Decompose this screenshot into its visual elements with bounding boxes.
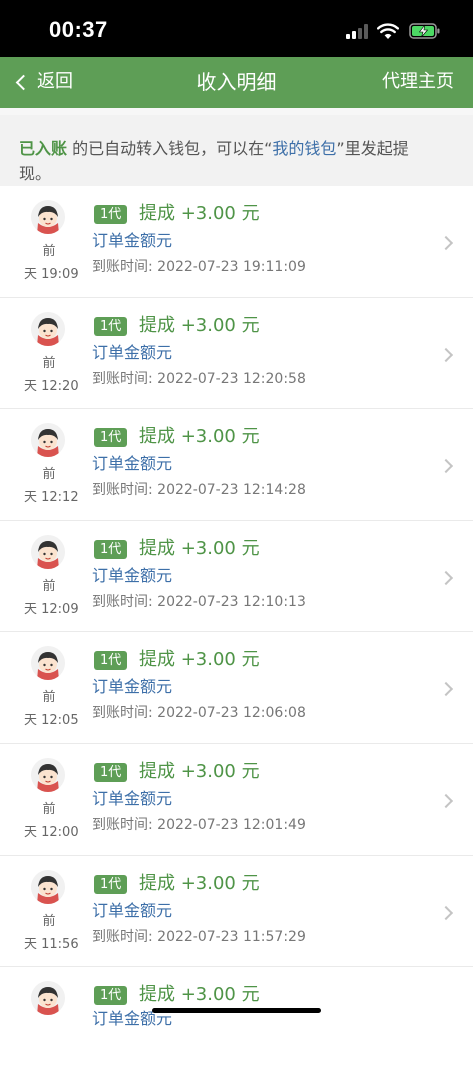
battery-charging-icon: [409, 23, 440, 39]
record-time-label: 天 12:05: [24, 713, 79, 729]
chevron-right-icon: [438, 682, 454, 697]
wallet-notice: 已入账 的已自动转入钱包，可以在“我的钱包”里发起提现。: [0, 108, 473, 186]
arrival-time: 到账时间: 2022-07-23 12:20:58: [92, 370, 306, 387]
record-day-label: 前: [42, 913, 56, 929]
income-record[interactable]: 前 天 12:12 1代 提成 +3.00 元 订单金额元 到账时间: 2022…: [0, 409, 473, 521]
income-record[interactable]: 前 天 12:20 1代 提成 +3.00 元 订单金额元 到账时间: 2022…: [0, 298, 473, 410]
chevron-right-icon: [438, 459, 454, 474]
income-record[interactable]: 前 天 12:05 1代 提成 +3.00 元 订单金额元 到账时间: 2022…: [0, 632, 473, 744]
record-day-label: 前: [42, 244, 56, 259]
record-time-label: 天 12:20: [24, 378, 79, 394]
chevron-right-icon: [438, 570, 454, 585]
order-amount: 订单金额元: [92, 900, 173, 920]
nav-bar: 返回 收入明细 代理主页: [0, 57, 473, 108]
level-badge: 1代: [94, 316, 128, 336]
income-record[interactable]: 1代 提成 +3.00 元 订单金额元: [0, 967, 473, 1079]
status-bar: 00:37: [0, 0, 473, 57]
chevron-right-icon: [438, 905, 454, 920]
record-time-label: 天 12:00: [24, 824, 79, 840]
commission-amount: 提成 +3.00 元: [139, 649, 260, 671]
level-badge: 1代: [94, 762, 128, 782]
arrival-time: 到账时间: 2022-07-23 12:10:13: [92, 593, 306, 610]
record-time-label: 天 12:12: [24, 490, 79, 506]
level-badge: 1代: [94, 428, 128, 448]
avatar: [31, 757, 65, 792]
order-amount: 订单金额元: [92, 231, 173, 250]
wifi-icon: [377, 23, 399, 39]
my-wallet-link[interactable]: 我的钱包: [272, 139, 336, 158]
arrival-time: 到账时间: 2022-07-23 12:01:49: [92, 816, 306, 833]
agent-home-link[interactable]: 代理主页: [382, 70, 454, 94]
avatar: [31, 311, 65, 346]
commission-amount: 提成 +3.00 元: [139, 537, 260, 559]
level-badge: 1代: [94, 539, 128, 559]
chevron-right-icon: [438, 235, 454, 251]
avatar: [31, 200, 65, 234]
avatar: [31, 423, 65, 458]
credited-highlight: 已入账: [19, 139, 68, 158]
arrival-time: 到账时间: 2022-07-23 11:57:29: [92, 928, 306, 945]
income-record[interactable]: 前 天 19:09 1代 提成 +3.00 元 订单金额元 到账时间: 2022…: [0, 186, 473, 298]
chevron-right-icon: [438, 793, 454, 809]
status-time: 00:37: [49, 17, 108, 42]
income-record[interactable]: 前 天 11:56 1代 提成 +3.00 元 订单金额元 到账时间: 2022…: [0, 856, 473, 968]
order-amount: 订单金额元: [92, 788, 173, 808]
commission-amount: 提成 +3.00 元: [139, 984, 260, 1006]
notice-text: 已入账 的已自动转入钱包，可以在“我的钱包”里发起提现。: [19, 136, 439, 186]
level-badge: 1代: [94, 651, 128, 671]
arrival-time: 到账时间: 2022-07-23 19:11:09: [92, 259, 306, 275]
record-day-label: 前: [42, 801, 56, 817]
record-time-label: 天 19:09: [24, 267, 79, 282]
record-day-label: 前: [42, 690, 56, 706]
income-list: 前 天 19:09 1代 提成 +3.00 元 订单金额元 到账时间: 2022…: [0, 186, 473, 1079]
order-amount: 订单金额元: [92, 342, 173, 362]
order-amount: 订单金额元: [92, 454, 173, 474]
commission-amount: 提成 +3.00 元: [139, 203, 260, 224]
level-badge: 1代: [94, 986, 128, 1006]
income-record[interactable]: 前 天 12:09 1代 提成 +3.00 元 订单金额元 到账时间: 2022…: [0, 521, 473, 633]
record-time-label: 天 12:09: [24, 601, 79, 617]
commission-amount: 提成 +3.00 元: [139, 426, 260, 448]
level-badge: 1代: [94, 205, 128, 224]
arrival-time: 到账时间: 2022-07-23 12:06:08: [92, 705, 306, 722]
record-day-label: 前: [42, 355, 56, 371]
avatar: [31, 534, 65, 569]
avatar: [31, 981, 65, 1016]
commission-amount: 提成 +3.00 元: [139, 872, 260, 894]
avatar: [31, 646, 65, 681]
order-amount: 订单金额元: [92, 677, 173, 697]
arrival-time: 到账时间: 2022-07-23 12:14:28: [92, 482, 306, 499]
order-amount: 订单金额元: [92, 565, 173, 585]
level-badge: 1代: [94, 874, 128, 894]
notice-text-part: 的已自动转入钱包，可以在“: [67, 139, 273, 158]
commission-amount: 提成 +3.00 元: [139, 760, 260, 782]
home-indicator[interactable]: [152, 1008, 321, 1013]
record-day-label: 前: [42, 467, 56, 483]
avatar: [31, 869, 65, 904]
commission-amount: 提成 +3.00 元: [139, 314, 260, 336]
record-time-label: 天 11:56: [24, 936, 79, 952]
record-day-label: 前: [42, 578, 56, 594]
chevron-right-icon: [438, 347, 454, 362]
income-record[interactable]: 前 天 12:00 1代 提成 +3.00 元 订单金额元 到账时间: 2022…: [0, 744, 473, 856]
cellular-signal-icon: [346, 24, 370, 39]
